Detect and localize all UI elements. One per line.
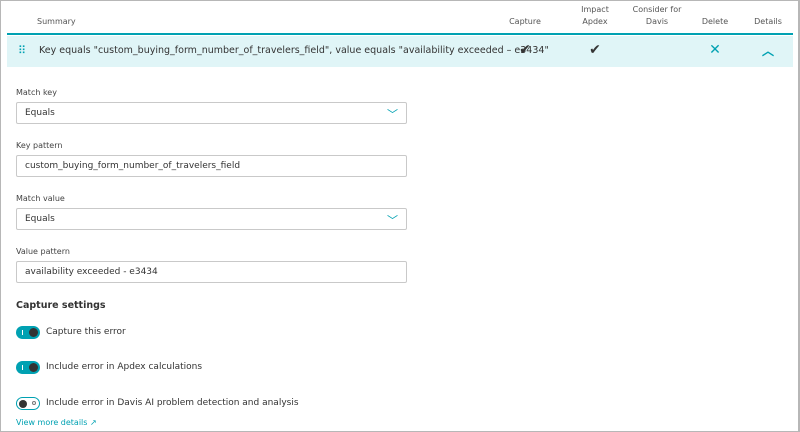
header-impact-apdex: Impact Apdex	[581, 5, 609, 26]
capture-error-label: Capture this error	[46, 327, 126, 337]
apdex-label: Include error in Apdex calculations	[46, 362, 203, 372]
header-summary: Summary	[37, 17, 76, 26]
key-pattern-input[interactable]: custom_buying_form_number_of_travelers_f…	[16, 155, 407, 177]
chevron-up-icon[interactable]: ︿	[758, 42, 778, 59]
delete-x-icon[interactable]: ✕	[705, 42, 725, 58]
match-value-label: Match value	[16, 194, 65, 203]
link-text: View more details	[16, 418, 88, 427]
davis-toggle[interactable]	[16, 397, 40, 410]
table-row[interactable]: ⠿ Key equals "custom_buying_form_number_…	[7, 36, 793, 67]
header-details: Details	[754, 17, 782, 26]
header-capture: Capture	[509, 17, 541, 26]
value-pattern-label: Value pattern	[16, 247, 70, 256]
match-key-label: Match key	[16, 88, 57, 97]
match-value-select[interactable]: Equals ﹀	[16, 208, 407, 230]
header-delete: Delete	[701, 17, 729, 26]
capture-settings-title: Capture settings	[16, 300, 106, 311]
external-link-icon: ↗	[90, 418, 97, 427]
capture-checkmark-icon: ✔	[519, 42, 531, 58]
match-key-value: Equals	[25, 108, 55, 118]
apdex-checkmark-icon: ✔	[589, 42, 601, 58]
header-consider-davis: Consider for Davis	[632, 5, 682, 26]
chevron-down-icon: ﹀	[387, 108, 398, 121]
match-key-select[interactable]: Equals ﹀	[16, 102, 407, 124]
value-pattern-input[interactable]: availability exceeded - e3434	[16, 261, 407, 283]
drag-handle-icon[interactable]: ⠿	[18, 45, 26, 57]
table-header: Summary Capture Impact Apdex Consider fo…	[7, 0, 793, 35]
view-more-details-link[interactable]: View more details ↗	[16, 418, 97, 427]
capture-error-toggle[interactable]	[16, 326, 40, 339]
apdex-toggle[interactable]	[16, 361, 40, 374]
row-summary: Key equals "custom_buying_form_number_of…	[39, 45, 549, 56]
key-pattern-label: Key pattern	[16, 141, 63, 150]
chevron-down-icon: ﹀	[387, 214, 398, 227]
davis-label: Include error in Davis AI problem detect…	[46, 398, 299, 408]
match-value-value: Equals	[25, 214, 55, 224]
